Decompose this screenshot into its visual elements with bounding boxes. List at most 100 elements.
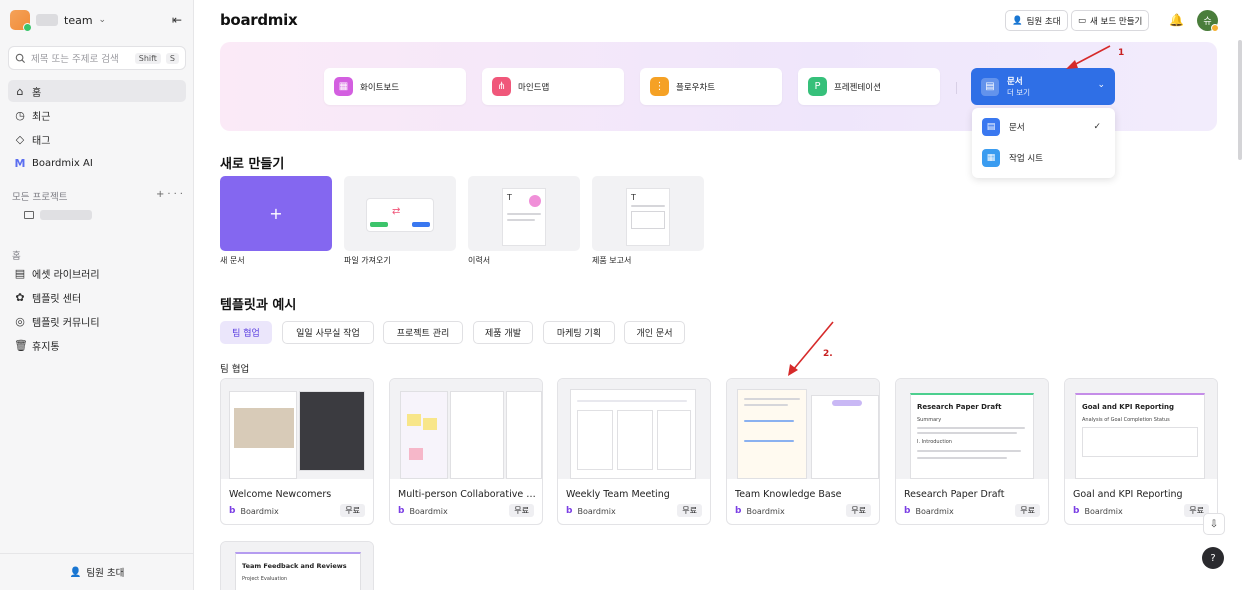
- thumb-dark-panel: [299, 391, 365, 471]
- check-icon: ✓: [1093, 122, 1101, 132]
- invite-button[interactable]: 👤 팀원 초대: [1005, 10, 1068, 31]
- tool-whiteboard[interactable]: ▦ 화이트보드: [324, 68, 466, 105]
- arrow-2-head: [788, 364, 798, 376]
- chevron-down-icon: ⌄: [1097, 80, 1105, 90]
- column: [657, 410, 691, 470]
- line: [917, 450, 1021, 452]
- thumb-sheet: [811, 395, 879, 479]
- templates-title: 템플릿과 예시: [220, 298, 297, 313]
- sidebar-item-ai[interactable]: M Boardmix AI: [8, 152, 186, 174]
- import-arrows-icon: ⇄: [392, 206, 401, 217]
- home-section-label: 홈: [12, 251, 21, 262]
- tab-daily-office[interactable]: 일일 사무실 작업: [282, 321, 374, 344]
- projects-section-label: 모든 프로젝트: [12, 192, 68, 203]
- sidebar-item-label: Boardmix AI: [32, 157, 93, 169]
- template-icon: ✿: [15, 290, 25, 304]
- product-report-card[interactable]: T: [592, 176, 704, 251]
- template-card[interactable]: Goal and KPI Reporting Analysis of Goal …: [1064, 378, 1218, 525]
- tool-mindmap[interactable]: ⋔ 마인드맵: [482, 68, 624, 105]
- download-app-icon[interactable]: ⇩: [1203, 513, 1225, 535]
- tab-team-collab[interactable]: 팀 협업: [220, 321, 272, 344]
- template-card[interactable]: Team Knowledge Base b Boardmix 무료: [726, 378, 880, 525]
- author-name: Boardmix: [409, 506, 448, 516]
- new-document-card[interactable]: +: [220, 176, 332, 251]
- sticky-note: [407, 414, 421, 426]
- project-item[interactable]: [24, 210, 92, 220]
- add-project-icon[interactable]: +: [156, 189, 167, 200]
- sidebar-item-recent[interactable]: ◷ 최근: [8, 104, 186, 126]
- sidebar-item-trash[interactable]: 🗑 휴지통: [8, 334, 186, 356]
- template-card[interactable]: Team Feedback and Reviews Project Evalua…: [220, 541, 374, 590]
- flowchart-icon: ⋮: [650, 77, 669, 96]
- thumb-sheet: Goal and KPI Reporting Analysis of Goal …: [1075, 393, 1205, 479]
- template-thumbnail: [558, 379, 710, 479]
- template-author: b Boardmix: [1073, 506, 1123, 516]
- line: [507, 213, 541, 215]
- sidebar-item-label: 휴지통: [32, 341, 60, 353]
- document-dropdown-button[interactable]: ▤ 문서 더 보기 ⌄: [971, 68, 1115, 105]
- template-name: Team Knowledge Base: [735, 489, 842, 500]
- sidebar-item-template-community[interactable]: ◎ 템플릿 커뮤니티: [8, 310, 186, 332]
- line: [744, 398, 800, 400]
- menu-item-label: 작업 시트: [1009, 154, 1043, 164]
- sticky-note: [423, 418, 437, 430]
- boardmix-logo[interactable]: boardmix: [220, 11, 298, 29]
- thumb-sheet: [450, 391, 504, 479]
- template-card[interactable]: Research Paper Draft Summary I. Introduc…: [895, 378, 1049, 525]
- collapse-sidebar-icon[interactable]: ⇤: [170, 13, 184, 27]
- divider: [956, 82, 957, 94]
- help-button[interactable]: ?: [1202, 547, 1224, 569]
- sidebar-item-home[interactable]: ⌂ 홈: [8, 80, 186, 102]
- tab-project-mgmt[interactable]: 프로젝트 관리: [383, 321, 463, 344]
- template-card[interactable]: Multi-person Collaborative Wr... b Boardm…: [389, 378, 543, 525]
- project-actions[interactable]: +···: [156, 189, 186, 200]
- sidebar-item-label: 홈: [32, 87, 42, 99]
- free-badge: 무료: [340, 504, 365, 517]
- author-name: Boardmix: [915, 506, 954, 516]
- template-author: b Boardmix: [735, 506, 785, 516]
- menu-item-worksheet[interactable]: ▦ 작업 시트: [980, 145, 1107, 171]
- sidebar-item-tags[interactable]: ◇ 태그: [8, 128, 186, 150]
- library-icon: ▤: [14, 266, 26, 280]
- free-badge: 무료: [846, 504, 871, 517]
- tab-personal-docs[interactable]: 개인 문서: [624, 321, 685, 344]
- table-shape: [631, 211, 665, 229]
- doc-btn-title: 문서: [1007, 77, 1023, 87]
- sidebar-item-label: 태그: [32, 135, 51, 147]
- sidebar-item-assets[interactable]: ▤ 에셋 라이브러리: [8, 262, 186, 284]
- import-file-card[interactable]: ⇄: [344, 176, 456, 251]
- template-thumbnail: Team Feedback and Reviews Project Evalua…: [221, 542, 373, 590]
- template-card[interactable]: Weekly Team Meeting b Boardmix 무료: [557, 378, 711, 525]
- new-board-button[interactable]: ▭ 새 보드 만들기: [1071, 10, 1150, 31]
- invite-members-button[interactable]: 👤 팀원 초대: [0, 553, 194, 590]
- new-section-title: 새로 만들기: [220, 157, 285, 172]
- search-placeholder: 제목 또는 주제로 검색: [31, 54, 119, 65]
- new-card-label: 이력서: [468, 256, 491, 265]
- sidebar-item-template-center[interactable]: ✿ 템플릿 센터: [8, 286, 186, 308]
- tool-flowchart[interactable]: ⋮ 플로우차트: [640, 68, 782, 105]
- line: [917, 457, 1007, 459]
- tab-product-dev[interactable]: 제품 개발: [473, 321, 533, 344]
- planet-icon: ◎: [15, 314, 25, 328]
- scrollbar[interactable]: [1238, 40, 1242, 160]
- thumb-title: Team Feedback and Reviews: [242, 562, 347, 570]
- tool-presentation[interactable]: P 프레젠테이션: [798, 68, 940, 105]
- tool-label: 플로우차트: [676, 82, 716, 93]
- text-icon: T: [507, 193, 512, 202]
- tab-marketing[interactable]: 마케팅 기획: [543, 321, 615, 344]
- more-icon[interactable]: ···: [167, 189, 186, 200]
- template-name: Welcome Newcomers: [229, 489, 332, 500]
- line: [744, 420, 794, 422]
- new-card-label: 파일 가져오기: [344, 256, 391, 265]
- user-avatar[interactable]: 슈: [1197, 10, 1219, 32]
- search-box[interactable]: 제목 또는 주제로 검색 Shift S: [8, 46, 186, 70]
- template-author: b Boardmix: [398, 506, 448, 516]
- bell-icon[interactable]: 🔔: [1169, 13, 1184, 27]
- team-switcher[interactable]: team ⌄: [10, 10, 106, 32]
- boardmix-logo-icon: b: [735, 506, 742, 516]
- report-preview: T: [626, 188, 670, 246]
- document-type-menu: ▤ 문서 ✓ ▦ 작업 시트: [972, 108, 1115, 178]
- resume-card[interactable]: T: [468, 176, 580, 251]
- template-card[interactable]: Welcome Newcomers b Boardmix 무료: [220, 378, 374, 525]
- menu-item-document[interactable]: ▤ 문서 ✓: [980, 114, 1107, 140]
